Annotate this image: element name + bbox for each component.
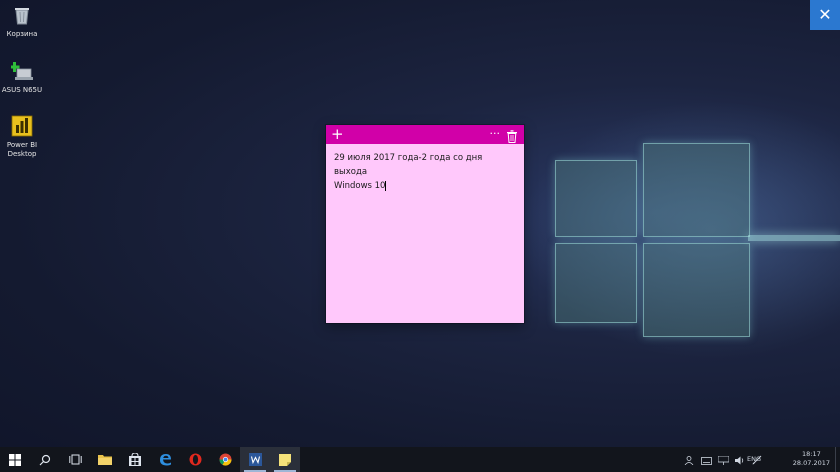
- taskbar-edge[interactable]: [150, 447, 180, 472]
- start-button[interactable]: [0, 447, 30, 472]
- close-icon: ✕: [818, 5, 832, 24]
- windows-logo-pane: [643, 243, 750, 337]
- taskbar: ENG 18:17 28.07.2017: [0, 447, 840, 472]
- trash-icon: [507, 130, 517, 143]
- desktop-icon-label: Power BI Desktop: [6, 141, 38, 158]
- taskbar-word[interactable]: [240, 447, 270, 472]
- language-indicator[interactable]: ENG: [747, 455, 761, 463]
- task-view-icon: [68, 454, 82, 465]
- windows-logo-beam: [748, 235, 840, 241]
- windows-logo-pane: [643, 143, 750, 237]
- windows-start-icon: [9, 453, 21, 466]
- desktop-icon-recycle-bin[interactable]: Корзина: [0, 4, 44, 39]
- folder-icon: [98, 455, 112, 465]
- taskbar-opera[interactable]: [180, 447, 210, 472]
- opera-icon: [189, 453, 201, 466]
- more-options-button[interactable]: ···: [490, 125, 501, 143]
- clock[interactable]: 18:17 28.07.2017: [793, 450, 830, 468]
- search-button[interactable]: [30, 447, 60, 472]
- note-line: 29 июля 2017 года-2 года со дня выхода: [334, 153, 483, 177]
- people-icon[interactable]: [684, 450, 696, 469]
- search-icon: [39, 454, 51, 465]
- sticky-notes-icon: [279, 453, 291, 466]
- sticky-note-header: + ···: [326, 125, 524, 144]
- clock-time: 18:17: [802, 450, 821, 458]
- power-bi-icon: [11, 115, 33, 137]
- desktop-icon-asus[interactable]: ASUS N65U: [0, 60, 44, 95]
- desktop-icon-label: Корзина: [6, 30, 38, 38]
- task-view-button[interactable]: [60, 447, 90, 472]
- close-button[interactable]: ✕: [810, 0, 840, 30]
- taskbar-sticky-notes[interactable]: [270, 447, 300, 472]
- network-computer-icon: [9, 60, 33, 82]
- taskbar-store[interactable]: [120, 447, 150, 472]
- edge-icon: [159, 454, 171, 466]
- windows-logo-pane: [555, 160, 637, 237]
- taskbar-chrome[interactable]: [210, 447, 240, 472]
- text-caret: [385, 180, 387, 191]
- taskbar-file-explorer[interactable]: [90, 447, 120, 472]
- store-icon: [129, 453, 141, 466]
- note-line: Windows 10: [334, 181, 386, 191]
- sticky-note-text[interactable]: 29 июля 2017 года-2 года со дня выхода W…: [326, 144, 524, 200]
- touch-keyboard-icon[interactable]: [701, 450, 713, 469]
- network-icon[interactable]: [717, 450, 730, 469]
- add-note-button[interactable]: +: [331, 126, 344, 142]
- windows-logo-pane: [555, 243, 637, 323]
- delete-note-button[interactable]: [506, 128, 518, 143]
- show-desktop-button[interactable]: [835, 447, 840, 472]
- chrome-icon: [219, 453, 231, 466]
- clock-date: 28.07.2017: [792, 459, 830, 467]
- volume-icon[interactable]: [735, 450, 747, 469]
- word-icon: [248, 453, 262, 466]
- recycle-bin-icon: [11, 4, 33, 26]
- desktop-icon-power-bi[interactable]: Power BI Desktop: [0, 115, 44, 159]
- desktop-icon-label: ASUS N65U: [1, 86, 43, 94]
- sticky-note[interactable]: + ··· 29 июля 2017 года-2 года со дня вы…: [326, 125, 524, 323]
